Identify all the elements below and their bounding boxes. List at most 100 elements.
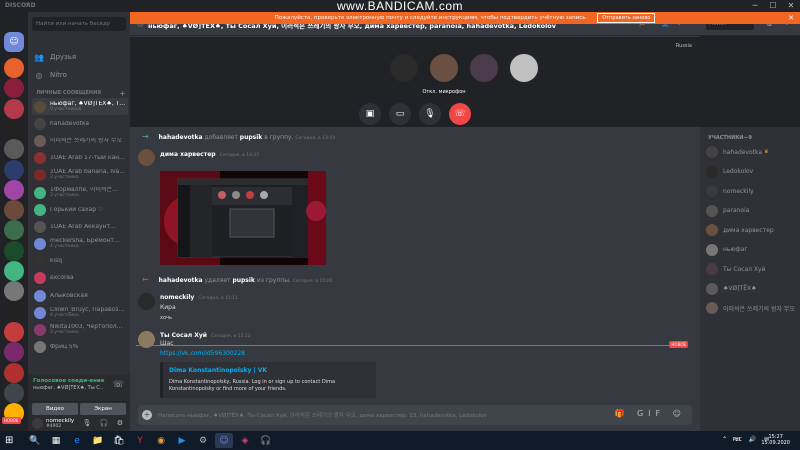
language-indicator[interactable]: РУС (732, 437, 742, 443)
nav-friends[interactable]: 👥 Друзья (32, 49, 126, 65)
server-icon[interactable] (4, 98, 24, 119)
dm-item[interactable]: hahadevotka (32, 115, 128, 132)
video-button[interactable]: Видео (32, 403, 78, 415)
call-participant-avatar[interactable] (508, 52, 540, 84)
composer-icons[interactable]: 🎁 GIF ☺ (614, 409, 686, 418)
message-author[interactable]: дима харвестер Сегодня, в 14:15 (160, 151, 259, 158)
hangup-icon[interactable]: ☏ (449, 103, 471, 125)
server-icon[interactable] (4, 220, 24, 241)
taskbar-app-icon[interactable]: e (68, 433, 86, 448)
dm-item[interactable]: excorea (32, 270, 128, 287)
member-item[interactable]: ньюфаг (706, 243, 747, 257)
dm-item[interactable]: 1UAE Arab banana, Ivan… 3 участника (32, 167, 128, 184)
member-item[interactable]: paranoia (706, 204, 749, 218)
member-item[interactable]: ♠VØ]ΤĒX♠ (706, 282, 757, 296)
start-icon[interactable]: ⊞ (5, 435, 13, 446)
avatar[interactable] (138, 149, 155, 166)
server-icon[interactable] (4, 58, 24, 78)
microphone-icon[interactable]: 🎙 (419, 103, 441, 125)
message-link[interactable]: https://vk.com/id596300228 (160, 350, 245, 357)
message-composer: + Написать ньюфаг, ♠VØ]ΤĒX♠, Ты Сосал Ху… (138, 405, 692, 425)
taskbar-app-icon[interactable]: ☺ (215, 433, 233, 448)
dm-item[interactable]: Алыковская (32, 287, 128, 304)
screen-share-button[interactable]: Экран (80, 403, 126, 415)
dm-item[interactable]: meckersha, Бремонт… 4 участника (32, 236, 128, 253)
message-author[interactable]: nomeckily Сегодня, в 15:11 (160, 294, 238, 301)
user-controls[interactable]: 🎙 🎧 ⚙ (83, 419, 126, 427)
taskbar-app-icon[interactable]: ⚙ (194, 433, 212, 448)
server-icon[interactable] (4, 261, 24, 281)
server-list: ☺ НОВОЕ (0, 12, 28, 431)
upload-plus-icon[interactable]: + (142, 410, 152, 420)
server-icon[interactable] (4, 321, 24, 342)
disconnect-icon[interactable]: ☏ (113, 380, 124, 390)
dm-item[interactable]: ньюфаг, ♠VØ]ΤĒX♠, Ты С…9 участников (32, 98, 128, 116)
server-icon[interactable] (4, 382, 24, 403)
dm-item[interactable]: Горький сахар ♡ (32, 201, 128, 218)
dm-item[interactable]: Nikita1003, Чертополох… 3 участника (32, 321, 128, 338)
dm-item[interactable]: 1Формалпе, 이러석은… 3 участника (32, 184, 128, 201)
server-icon[interactable] (4, 78, 24, 99)
embed-title[interactable]: Dima Konstantinopolsky | VK (169, 367, 370, 374)
dm-item[interactable]: 1UAE Arab 17-тый канал (32, 150, 128, 167)
taskbar-app-icon[interactable]: Y (131, 433, 149, 448)
message-text: Кира (160, 304, 176, 311)
taskbar-app-icon[interactable]: ◉ (152, 433, 170, 448)
user-tag: #4902 (46, 424, 62, 429)
server-icon[interactable] (4, 159, 24, 180)
video-toggle-icon[interactable]: ▣ (359, 103, 381, 125)
nav-nitro[interactable]: ◎ Nitro (32, 67, 126, 83)
avatar (34, 203, 46, 216)
member-item[interactable]: Ты Сосал Хуй (706, 262, 765, 276)
call-participant-avatar[interactable] (428, 52, 460, 84)
dm-item[interactable]: 이러석은 쓰레기의 왕자 무오 (32, 132, 128, 149)
resend-button[interactable]: Отправить заново (597, 13, 656, 23)
member-item[interactable]: hahadevotka ♛ (706, 145, 769, 159)
member-item[interactable]: nomeckily (706, 184, 754, 198)
create-dm-icon[interactable]: + (119, 89, 126, 98)
message-input[interactable]: Написать ньюфаг, ♠VØ]ΤĒX♠, Ты Сосал Хуй,… (158, 411, 638, 419)
server-icon[interactable] (4, 240, 24, 261)
server-icon[interactable] (4, 301, 24, 322)
dm-item[interactable]: kisq (32, 253, 128, 270)
member-item[interactable]: Ledokolov (706, 165, 753, 179)
region-select[interactable]: Russia (676, 43, 692, 49)
server-icon[interactable] (4, 139, 24, 160)
member-item[interactable]: дима харвестер (706, 223, 774, 237)
avatar (706, 146, 718, 158)
image-attachment[interactable] (160, 171, 326, 265)
call-participant-avatar[interactable] (468, 52, 500, 84)
avatar[interactable] (138, 293, 155, 310)
taskbar-app-icon[interactable]: 🛍 (110, 433, 128, 448)
voice-channel-name[interactable]: ньюфаг, ♠VØ]ΤĒX♠, Ты С… (33, 385, 103, 391)
taskbar-app-icon[interactable]: ▶ (173, 433, 191, 448)
taskbar-app-icon[interactable]: 🎧 (257, 433, 275, 448)
screen-share-icon[interactable]: ▭ (389, 103, 411, 125)
server-icon[interactable] (4, 342, 24, 363)
taskbar-app-icon[interactable]: ▦ (47, 433, 65, 448)
taskbar-app-icon[interactable]: 📁 (89, 433, 107, 448)
member-name: ньюфаг (723, 246, 748, 253)
server-icon[interactable] (4, 200, 24, 221)
server-icon[interactable] (4, 179, 24, 200)
server-icon[interactable] (4, 281, 24, 302)
message-list: → hahadevotka добавляет pupsik в группу.… (130, 127, 700, 403)
dm-item[interactable]: Clown_Bruyc, Паравоз… 4 участника (32, 304, 128, 321)
server-icon[interactable] (4, 118, 24, 139)
dm-search-input[interactable]: Найти или начать беседу (32, 17, 126, 31)
taskbar-app-icon[interactable]: ◈ (236, 433, 254, 448)
dm-item[interactable]: 1UAE Arab Аккаунт… (32, 218, 128, 235)
call-participant-avatar[interactable] (388, 52, 420, 84)
dm-name: excorea (50, 275, 74, 282)
member-name: Ledokolov (723, 168, 754, 175)
dm-item[interactable]: Фриц 5% (32, 339, 128, 356)
clock[interactable]: 15:27 15.09.2020 (761, 434, 790, 446)
server-icon[interactable] (4, 362, 24, 383)
voice-status: Голосовое соеди-ение (33, 378, 105, 384)
notice-close-icon[interactable]: ✕ (788, 14, 794, 22)
message-author[interactable]: Ты Сосал Хуй Сегодня, в 15:12 (160, 332, 251, 339)
taskbar-app-icon[interactable]: 🔍 (26, 433, 44, 448)
home-button[interactable]: ☺ (4, 32, 24, 52)
avatar[interactable] (32, 418, 43, 429)
member-item[interactable]: 이러석은 쓰레기의 왕자 무오 (706, 301, 795, 315)
